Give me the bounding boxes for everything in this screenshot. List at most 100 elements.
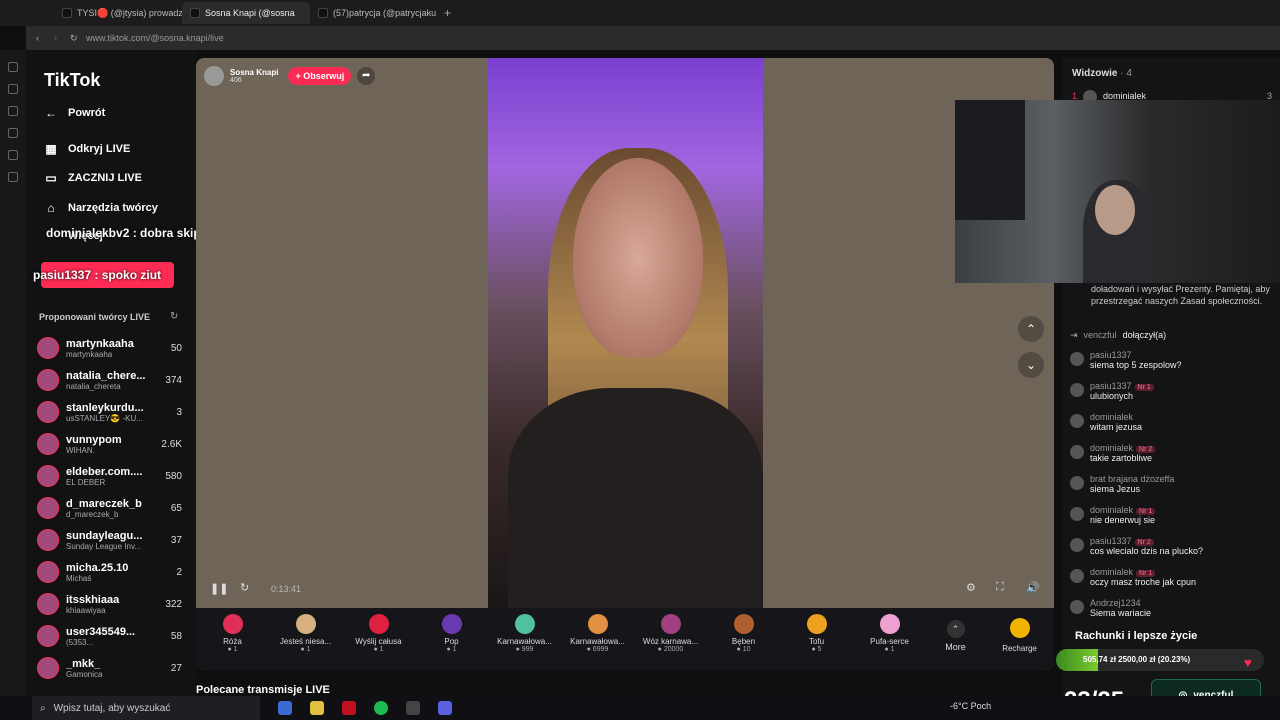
recharge-button[interactable]: Recharge	[985, 608, 1054, 670]
creator-row[interactable]: martynkaaha martynkaaha 50	[37, 333, 182, 363]
browser-tab-3[interactable]: (57)patrycja (@patrycjaku	[310, 2, 438, 24]
weather-widget[interactable]: -6°C Poch	[950, 701, 991, 711]
creator-row[interactable]: stanleykurdu... usSTANLEY😎 -KU... 3	[37, 397, 182, 427]
creator-row[interactable]: user345549... (5353... 58	[37, 621, 182, 651]
gift-price-value: 5	[817, 646, 822, 653]
creator-row[interactable]: natalia_chere... natalia_chereta 374	[37, 365, 182, 395]
chat-text: nie denerwuj sie	[1090, 515, 1156, 525]
opera-icon[interactable]	[342, 701, 356, 715]
creator-subtitle: Michaś	[66, 573, 92, 583]
chat-username[interactable]: Andrzej1234	[1090, 598, 1141, 608]
chat-username[interactable]: dominialek	[1090, 443, 1133, 453]
follow-button[interactable]: + Obserwuj	[288, 67, 352, 85]
discord-icon[interactable]	[438, 701, 452, 715]
creator-row[interactable]: d_mareczek_b d_mareczek_b 65	[37, 493, 182, 523]
chat-username[interactable]: pasiu1337	[1090, 350, 1132, 360]
goal-amount: 505,74 zł 2500,00 zł (20.23%)	[1083, 655, 1191, 664]
creator-row[interactable]: _mkk_ Gamonica 27	[37, 653, 182, 683]
gift-icon	[660, 614, 681, 634]
chat-username[interactable]: dominialek	[1090, 505, 1133, 515]
chat-username[interactable]: pasiu1337	[1090, 381, 1132, 391]
avatar[interactable]	[1070, 569, 1084, 583]
refresh-icon[interactable]: ↻	[170, 311, 178, 322]
gift-item[interactable]: Jesteś niesa... ● 1	[269, 608, 342, 670]
new-tab-icon[interactable]: +	[444, 6, 451, 20]
panel-icon[interactable]	[8, 106, 18, 116]
reload-icon[interactable]: ↻	[70, 33, 78, 44]
url-text[interactable]: www.tiktok.com/@sosna.knapi/live	[86, 33, 224, 43]
back-link[interactable]: ← Powrót	[44, 106, 105, 120]
avatar[interactable]	[204, 66, 224, 86]
more-gifts-button[interactable]: ⌃ More	[926, 608, 985, 670]
explorer-icon[interactable]	[310, 701, 324, 715]
creator-row[interactable]: eldeber.com.... EL DEBER 580	[37, 461, 182, 491]
chat-username[interactable]: dominialek	[1090, 567, 1133, 577]
live-video[interactable]	[488, 58, 763, 608]
avatar[interactable]	[1070, 507, 1084, 521]
gift-item[interactable]: Karnawałowa... ● 6999	[561, 608, 634, 670]
viewers-header[interactable]: Widzowie · 4	[1072, 68, 1132, 79]
creator-row[interactable]: itsskhiaaa khiaawiyaa 322	[37, 589, 182, 619]
creator-row[interactable]: sundayleagu... Sunday League Inv... 37	[37, 525, 182, 555]
avatar[interactable]	[1070, 600, 1084, 614]
fullscreen-icon[interactable]: ⛶	[996, 581, 1004, 594]
gift-item[interactable]: Tofu ● 5	[780, 608, 853, 670]
avatar[interactable]	[1070, 476, 1084, 490]
gift-item[interactable]: Wyślij całusa ● 1	[342, 608, 415, 670]
avatar	[37, 433, 59, 455]
chat-message: dominialek Nr 1 oczy masz troche jak cpun	[1070, 567, 1270, 587]
refresh-icon[interactable]: ↻	[240, 581, 249, 594]
avatar[interactable]	[1070, 383, 1084, 397]
gift-price: ● 1	[300, 646, 311, 653]
settings-icon[interactable]: ⚙	[966, 581, 976, 594]
avatar[interactable]	[1070, 538, 1084, 552]
chat-username[interactable]: dominialek	[1090, 412, 1133, 422]
next-live-button[interactable]: ⌄	[1018, 352, 1044, 378]
gift-item[interactable]: Pufa-serce ● 1	[853, 608, 926, 670]
gift-item[interactable]: Wóz karnawa... ● 20000	[634, 608, 707, 670]
panel-icon[interactable]	[8, 84, 18, 94]
app-icon[interactable]	[406, 701, 420, 715]
taskbar-search[interactable]: ⌕ Wpisz tutaj, aby wyszukać	[32, 696, 260, 720]
browser-tab-2[interactable]: Sosna Knapi (@sosna	[182, 2, 310, 24]
creator-subtitle: (5353...	[66, 637, 94, 647]
avatar[interactable]	[1070, 445, 1084, 459]
back-icon[interactable]: ‹	[36, 33, 39, 43]
tiktok-logo[interactable]: TikTok	[44, 70, 100, 91]
nav-discover-live[interactable]: ▦ Odkryj LIVE	[44, 142, 130, 156]
share-icon[interactable]: ➦	[357, 67, 376, 85]
nav-start-live[interactable]: ▭ ZACZNIJ LIVE	[44, 171, 142, 185]
task-view-icon[interactable]	[278, 701, 292, 715]
panel-icon[interactable]	[8, 172, 18, 182]
gift-item[interactable]: Karnawałowa... ● 999	[488, 608, 561, 670]
address-bar[interactable]: ‹ › ↻ www.tiktok.com/@sosna.knapi/live	[26, 26, 1280, 50]
chat-message: pasiu1337 siema top 5 zespolow?	[1070, 350, 1270, 370]
previous-live-button[interactable]: ⌃	[1018, 316, 1044, 342]
gift-item[interactable]: Pop ● 1	[415, 608, 488, 670]
pause-icon[interactable]: ❚❚	[210, 582, 228, 595]
nav-creator-tools[interactable]: ⌂ Narzędzia twórcy	[44, 201, 158, 215]
gift-item[interactable]: Bęben ● 10	[707, 608, 780, 670]
spotify-icon[interactable]	[374, 701, 388, 715]
avatar[interactable]	[1070, 352, 1084, 366]
forward-icon[interactable]: ›	[54, 33, 57, 43]
avatar[interactable]	[1070, 414, 1084, 428]
gift-name: Pop	[444, 637, 459, 646]
avatar	[37, 401, 59, 423]
gift-icon	[806, 614, 827, 634]
gift-item[interactable]: Róża ● 1	[196, 608, 269, 670]
chat-username[interactable]: brat brajana dżozeffa	[1090, 474, 1174, 484]
viewer-count: 50	[170, 342, 182, 354]
browser-tab-1[interactable]: TYSI🛑 (@jtysia) prowadz	[54, 2, 182, 24]
streamer-name[interactable]: Sosna Knapi	[230, 68, 278, 77]
panel-icon[interactable]	[8, 62, 18, 72]
join-name[interactable]: venczful	[1084, 330, 1117, 341]
panel-icon[interactable]	[8, 150, 18, 160]
creator-row[interactable]: micha.25.10 Michaś 2	[37, 557, 182, 587]
creator-row[interactable]: vunnypom WIHAN. 2.6K	[37, 429, 182, 459]
tiktok-icon	[62, 8, 72, 18]
panel-icon[interactable]	[8, 128, 18, 138]
chat-username[interactable]: pasiu1337	[1090, 536, 1132, 546]
volume-icon[interactable]: 🔊	[1026, 581, 1040, 594]
live-player[interactable]: Sosna Knapi 406 + Obserwuj ➦ ❚❚ ↻ 0:13:4…	[196, 58, 1054, 670]
